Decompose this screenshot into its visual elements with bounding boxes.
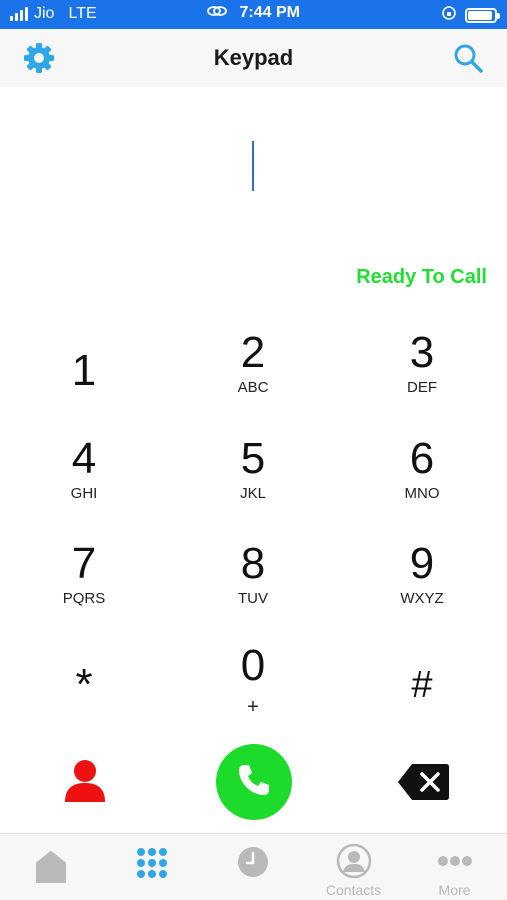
number-display[interactable]: [0, 87, 507, 247]
person-icon[interactable]: [62, 758, 108, 804]
contact-circle-icon: [336, 843, 372, 884]
key-2[interactable]: 2 ABC: [178, 329, 328, 419]
key-3[interactable]: 3 DEF: [347, 329, 497, 419]
key-digit: 0: [240, 641, 266, 690]
tab-bar: Contacts More: [0, 833, 507, 900]
tab-label: Contacts: [325, 882, 382, 898]
tab-keypad[interactable]: [101, 834, 202, 900]
clock-icon: [237, 846, 269, 883]
key-digit: 7: [71, 539, 97, 588]
key-9[interactable]: 9 WXYZ: [347, 540, 497, 630]
key-hash[interactable]: #: [347, 647, 497, 737]
key-digit: 9: [409, 539, 435, 588]
key-7[interactable]: 7 PQRS: [9, 540, 159, 630]
phone-icon: [234, 760, 274, 805]
key-letters: +: [247, 696, 259, 718]
key-digit: 8: [240, 539, 266, 588]
key-letters: PQRS: [62, 590, 106, 607]
status-time-wrap: 7:44 PM: [0, 4, 507, 22]
key-8[interactable]: 8 TUV: [178, 540, 328, 630]
tab-more[interactable]: More: [404, 834, 505, 900]
key-digit: #: [411, 664, 433, 706]
tab-recents[interactable]: [202, 834, 303, 900]
key-digit: *: [75, 660, 93, 709]
text-caret: [252, 141, 254, 191]
search-icon[interactable]: [451, 41, 485, 75]
key-star[interactable]: *: [9, 647, 159, 737]
key-letters: ABC: [237, 379, 269, 396]
key-digit: 2: [240, 328, 266, 377]
key-5[interactable]: 5 JKL: [178, 435, 328, 525]
battery-icon: [465, 8, 500, 23]
key-letters: GHI: [70, 485, 98, 502]
key-digit: 3: [409, 328, 435, 377]
orientation-lock-icon: [441, 5, 457, 26]
keypad-icon: [135, 846, 169, 885]
tab-contacts[interactable]: Contacts: [303, 834, 404, 900]
key-digit: 5: [240, 434, 266, 483]
key-digit: 1: [71, 346, 97, 395]
key-letters: MNO: [404, 485, 440, 502]
key-letters: DEF: [407, 379, 437, 396]
key-digit: 6: [409, 434, 435, 483]
status-bar: Jio LTE 7:44 PM: [0, 0, 507, 29]
page-title: Keypad: [213, 45, 294, 70]
status-right: [441, 5, 500, 26]
action-row: [0, 742, 507, 822]
status-time: 7:44 PM: [239, 4, 300, 22]
key-letters: WXYZ: [400, 590, 444, 607]
call-button[interactable]: [216, 744, 292, 820]
tab-home[interactable]: [0, 834, 101, 900]
link-icon: [207, 4, 227, 22]
more-icon: [437, 854, 473, 872]
key-1[interactable]: 1: [9, 333, 159, 423]
key-letters: TUV: [238, 590, 268, 607]
key-6[interactable]: 6 MNO: [347, 435, 497, 525]
key-letters: JKL: [240, 485, 266, 502]
call-status: Ready To Call: [356, 266, 487, 288]
key-digit: 4: [71, 434, 97, 483]
key-4[interactable]: 4 GHI: [9, 435, 159, 525]
backspace-icon[interactable]: [396, 762, 450, 802]
home-icon: [35, 850, 67, 889]
key-0[interactable]: 0 +: [178, 642, 328, 732]
nav-bar: Keypad: [0, 29, 507, 87]
tab-label: More: [438, 882, 471, 898]
